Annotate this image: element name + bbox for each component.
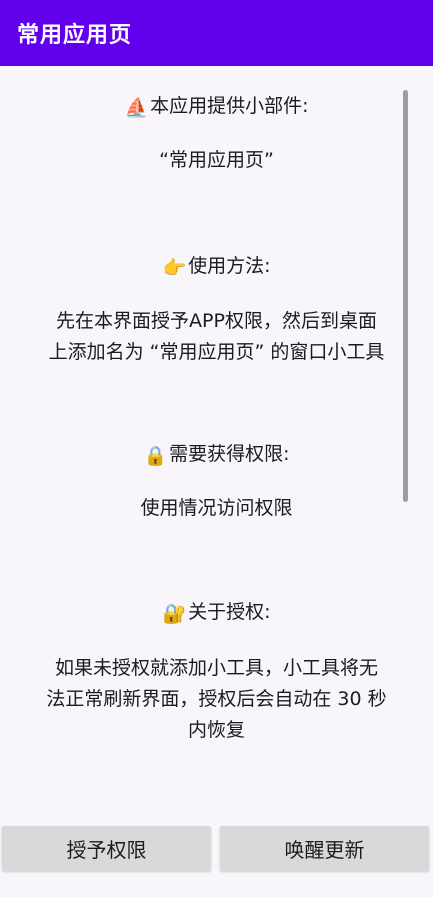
auth-line-3: 内恢复: [187, 719, 245, 741]
widget-name: “常用应用页”: [159, 149, 274, 171]
usage-heading: 👉 使用方法:: [0, 251, 433, 284]
usage-line-2: 上添加名为 “常用应用页” 的窗口小工具: [48, 341, 385, 363]
permission-text: 使用情况访问权限: [140, 497, 293, 519]
lock-icon: 🔒: [143, 445, 168, 467]
auth-text: 如果未授权就添加小工具，小工具将无 法正常刷新界面，授权后会自动在 30 秒 内…: [0, 653, 433, 746]
usage-heading-text: 使用方法:: [188, 255, 271, 277]
app-bar: 常用应用页: [0, 0, 433, 66]
permission-heading-text: 需要获得权限:: [169, 443, 290, 465]
lock-with-key-icon: 🔐: [162, 603, 187, 625]
auth-line-2: 法正常刷新界面，授权后会自动在 30 秒: [46, 688, 387, 710]
usage-line-1: 先在本界面授予APP权限，然后到桌面: [56, 310, 377, 332]
app-title: 常用应用页: [17, 23, 133, 48]
auth-heading-text: 关于授权:: [188, 601, 271, 623]
auth-line-1: 如果未授权就添加小工具，小工具将无: [54, 657, 378, 679]
usage-text: 先在本界面授予APP权限，然后到桌面 上添加名为 “常用应用页” 的窗口小工具: [0, 306, 433, 368]
pointing-hand-icon: 👉: [162, 257, 187, 279]
widget-heading-text: 本应用提供小部件:: [150, 95, 309, 117]
grant-permission-button[interactable]: 授予权限: [2, 826, 211, 871]
wake-refresh-button[interactable]: 唤醒更新: [220, 826, 429, 871]
widget-heading: ⛵ 本应用提供小部件:: [0, 91, 433, 124]
permission-heading: 🔒 需要获得权限:: [0, 439, 433, 472]
auth-heading: 🔐 关于授权:: [0, 597, 433, 630]
sailboat-icon: ⛵: [124, 97, 149, 119]
